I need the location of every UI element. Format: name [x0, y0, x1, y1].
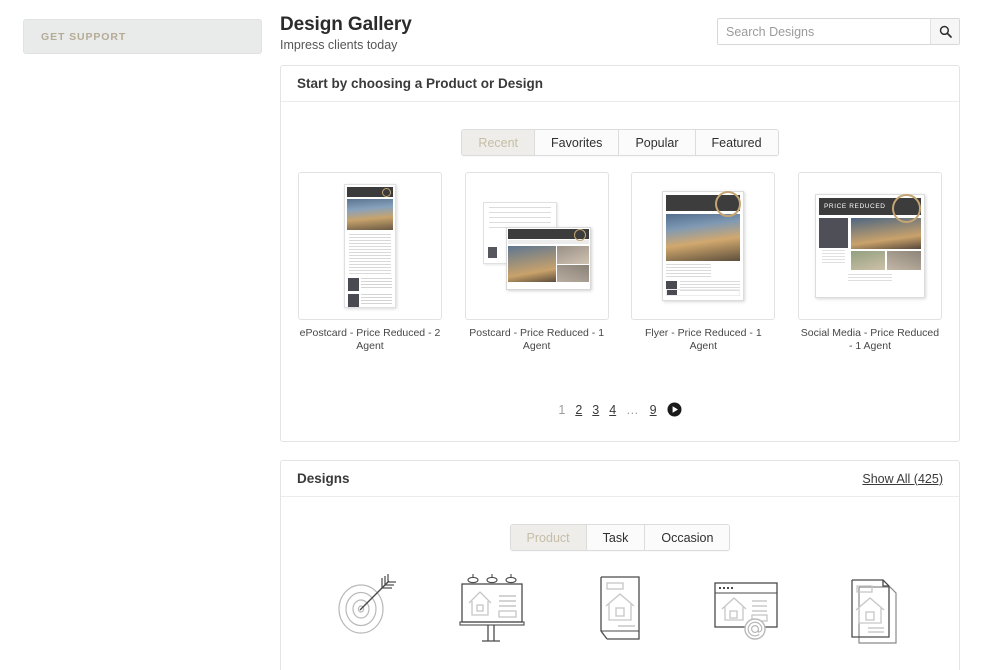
tab-featured[interactable]: Featured	[695, 130, 778, 155]
product-thumbnail[interactable]	[631, 172, 776, 320]
brochure-stack-icon	[837, 569, 913, 651]
product-card[interactable]: Flyer - Price Reduced - 1 Agent	[631, 172, 776, 353]
tab-recent[interactable]: Recent	[462, 130, 536, 155]
products-card-title: Start by choosing a Product or Design	[297, 76, 544, 91]
tab-popular[interactable]: Popular	[619, 130, 696, 155]
tab-occasion[interactable]: Occasion	[645, 525, 730, 550]
search-bar[interactable]	[717, 18, 960, 45]
social-media-preview-art: PRICE REDUCED	[814, 194, 925, 298]
epostcard-icon	[708, 569, 788, 645]
design-gallery-page: GET SUPPORT Design Gallery Impress clien…	[0, 0, 1000, 670]
products-card-header: Start by choosing a Product or Design	[281, 66, 959, 102]
product-caption: Flyer - Price Reduced - 1 Agent	[644, 327, 762, 352]
product-thumbnail[interactable]	[298, 172, 442, 320]
design-category-brochure[interactable]	[820, 569, 930, 651]
postcard-preview-art	[482, 202, 591, 290]
product-caption: ePostcard - Price Reduced - 2 Agent	[299, 327, 441, 352]
page-9[interactable]: 9	[650, 403, 657, 417]
tab-product[interactable]: Product	[510, 525, 587, 550]
page-1[interactable]: 1	[558, 403, 565, 417]
product-thumbnail-grid: ePostcard - Price Reduced - 2 Agent Post…	[281, 172, 959, 353]
search-icon	[939, 25, 952, 38]
search-button[interactable]	[930, 19, 959, 44]
products-tab-group: Recent Favorites Popular Featured	[461, 129, 779, 156]
design-category-flyer[interactable]	[565, 569, 675, 649]
flyer-icon	[582, 569, 658, 649]
designs-tab-group: Product Task Occasion	[509, 524, 731, 551]
product-thumbnail[interactable]: PRICE REDUCED	[797, 172, 942, 320]
designs-card-title: Designs	[297, 471, 350, 486]
designs-card: Designs Show All (425) Product Task Occa…	[280, 460, 960, 670]
product-card[interactable]: Postcard - Price Reduced - 1 Agent	[464, 172, 609, 353]
tab-favorites[interactable]: Favorites	[535, 130, 620, 155]
product-caption: Social Media - Price Reduced - 1 Agent	[800, 327, 940, 352]
tab-task[interactable]: Task	[586, 525, 646, 550]
pagination: 1 2 3 4 … 9	[281, 402, 959, 417]
get-support-label: GET SUPPORT	[41, 30, 127, 43]
designs-tabs: Product Task Occasion	[281, 524, 959, 551]
product-thumbnail[interactable]	[464, 172, 609, 320]
next-page-icon[interactable]	[667, 402, 682, 417]
show-all-link[interactable]: Show All (425)	[862, 472, 943, 486]
product-card[interactable]: PRICE REDUCED Social Media - Price Reduc…	[797, 172, 942, 353]
flyer-preview-art	[662, 191, 745, 301]
design-category-target[interactable]	[310, 569, 420, 641]
billboard-icon	[454, 569, 530, 645]
search-input[interactable]	[718, 19, 930, 44]
get-support-panel[interactable]: GET SUPPORT	[23, 19, 262, 54]
page-header: Design Gallery Impress clients today	[280, 14, 960, 56]
epostcard-preview-art	[344, 184, 396, 308]
page-4[interactable]: 4	[609, 403, 616, 417]
products-card: Start by choosing a Product or Design Re…	[280, 65, 960, 442]
product-caption: Postcard - Price Reduced - 1 Agent	[469, 327, 605, 352]
page-2[interactable]: 2	[575, 403, 582, 417]
target-arrow-icon	[329, 569, 401, 641]
page-ellipsis: …	[626, 402, 640, 417]
left-sidebar: GET SUPPORT	[23, 19, 262, 54]
design-category-row	[281, 551, 959, 651]
page-3[interactable]: 3	[592, 403, 599, 417]
design-category-epostcard[interactable]	[693, 569, 803, 645]
product-card[interactable]: ePostcard - Price Reduced - 2 Agent	[298, 172, 442, 353]
products-tabs: Recent Favorites Popular Featured	[281, 129, 959, 156]
designs-card-header: Designs Show All (425)	[281, 461, 959, 497]
design-category-billboard[interactable]	[437, 569, 547, 645]
